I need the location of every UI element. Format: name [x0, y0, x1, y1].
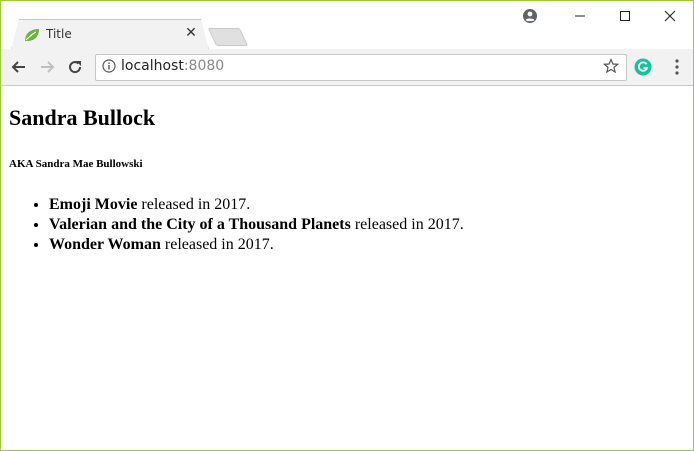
kebab-menu-icon[interactable] [669, 58, 685, 76]
list-item: Emoji Movie released in 2017. [49, 195, 464, 215]
list-item: Valerian and the City of a Thousand Plan… [49, 215, 464, 235]
address-url: localhost:8080 [121, 58, 224, 74]
movie-list: Emoji Movie released in 2017. Valerian a… [9, 195, 464, 255]
movie-title: Valerian and the City of a Thousand Plan… [49, 216, 351, 233]
url-host: localhost [121, 58, 184, 74]
list-item: Wonder Woman released in 2017. [49, 235, 464, 255]
movie-release-text: released in 2017. [160, 236, 274, 253]
maximize-icon[interactable] [602, 1, 648, 31]
movie-title: Wonder Woman [49, 236, 161, 253]
profile-icon[interactable] [522, 8, 538, 24]
tab-title: Title [46, 27, 72, 41]
back-arrow-icon[interactable] [9, 57, 29, 77]
grammarly-icon[interactable] [634, 58, 652, 76]
spring-leaf-icon [25, 29, 39, 41]
url-port: :8080 [183, 58, 225, 74]
forward-arrow-icon[interactable] [37, 57, 57, 77]
minimize-icon[interactable] [557, 1, 603, 31]
tab-active[interactable] [12, 20, 206, 50]
page-title: Sandra Bullock [9, 105, 156, 130]
info-icon[interactable] [102, 59, 116, 73]
movie-release-text: released in 2017. [350, 216, 464, 233]
aka-subtitle: AKA Sandra Mae Bullowski [9, 158, 143, 170]
star-icon[interactable] [603, 58, 619, 74]
reload-icon[interactable] [65, 57, 85, 77]
movie-title: Emoji Movie [49, 196, 138, 213]
page-content: Sandra Bullock AKA Sandra Mae Bullowski … [1, 86, 693, 450]
movie-release-text: released in 2017. [137, 196, 251, 213]
window-close-icon[interactable] [647, 1, 693, 31]
close-icon[interactable]: ✕ [183, 25, 199, 41]
browser-window: Title ✕ localhost:8080 Sandra Bullock AK… [0, 0, 694, 451]
